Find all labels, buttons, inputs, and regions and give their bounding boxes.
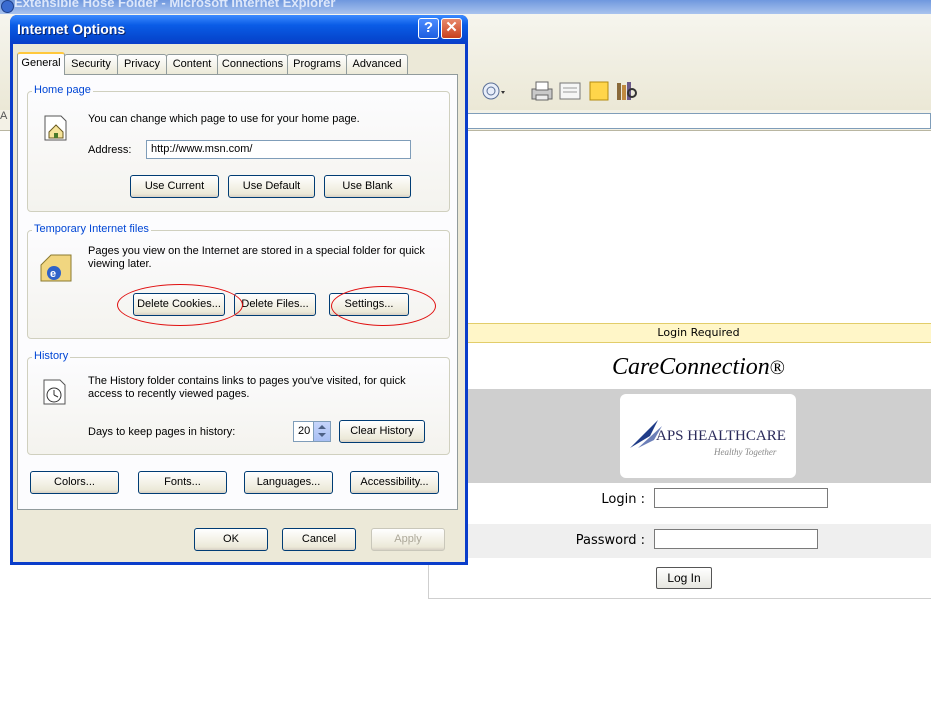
password-input[interactable] — [654, 529, 818, 549]
home-page-group: Home page You can change which page to u… — [27, 84, 450, 212]
password-row: Password : — [466, 524, 931, 558]
apply-button[interactable]: Apply — [371, 528, 445, 551]
address-field[interactable] — [466, 113, 931, 129]
clear-history-button[interactable]: Clear History — [339, 420, 425, 443]
cancel-button[interactable]: Cancel — [282, 528, 356, 551]
history-group: History The History folder contains link… — [27, 350, 450, 455]
accessibility-button[interactable]: Accessibility... — [350, 471, 439, 494]
address-label: Address: — [88, 144, 132, 156]
delete-files-button[interactable]: Delete Files... — [234, 293, 316, 316]
tab-connections[interactable]: Connections — [217, 54, 288, 74]
home-page-legend: Home page — [32, 84, 93, 96]
internet-options-dialog: Internet Options ? ✕ General Security Pr… — [10, 15, 468, 565]
logo-text: APS HEALTHCARE — [656, 428, 786, 444]
settings-button[interactable]: Settings... — [329, 293, 409, 316]
languages-button[interactable]: Languages... — [244, 471, 333, 494]
fonts-button[interactable]: Fonts... — [138, 471, 227, 494]
tab-strip: General Security Privacy Content Connect… — [17, 52, 461, 75]
login-required-banner: Login Required — [466, 323, 931, 343]
password-label: Password : — [575, 533, 645, 548]
browser-title: Extensible Hose Folder - Microsoft Inter… — [14, 0, 336, 10]
log-in-button[interactable]: Log In — [656, 567, 712, 589]
use-current-button[interactable]: Use Current — [130, 175, 219, 198]
close-button[interactable]: ✕ — [441, 18, 462, 39]
use-default-button[interactable]: Use Default — [228, 175, 315, 198]
browser-titlebar: Extensible Hose Folder - Microsoft Inter… — [0, 0, 931, 14]
login-row: Login : — [466, 483, 931, 517]
dialog-title: Internet Options — [17, 21, 126, 37]
dialog-body: General Security Privacy Content Connect… — [13, 44, 465, 562]
help-button[interactable]: ? — [418, 18, 439, 39]
aps-healthcare-logo: APS HEALTHCARE Healthy Together — [620, 394, 796, 478]
days-spinner[interactable] — [313, 422, 330, 441]
dialog-titlebar[interactable]: Internet Options ? ✕ — [10, 15, 468, 44]
tab-general[interactable]: General — [17, 52, 65, 75]
login-input[interactable] — [654, 488, 828, 508]
edit-icon[interactable] — [557, 79, 583, 103]
note-icon[interactable] — [586, 79, 612, 103]
login-label: Login : — [601, 492, 645, 507]
ie-logo-icon — [1, 0, 14, 13]
home-page-description: You can change which page to use for you… — [88, 113, 360, 125]
home-page-address-input[interactable]: http://www.msn.com/ — [146, 140, 411, 159]
history-legend: History — [32, 350, 71, 362]
registered-mark: ® — [769, 357, 785, 379]
tab-security[interactable]: Security — [64, 54, 118, 74]
delete-cookies-button[interactable]: Delete Cookies... — [133, 293, 225, 316]
temporary-files-description: Pages you view on the Internet are store… — [88, 245, 425, 270]
print-icon[interactable] — [529, 79, 555, 103]
address-label-stub: A — [0, 110, 8, 122]
use-blank-button[interactable]: Use Blank — [324, 175, 411, 198]
history-description: The History folder contains links to pag… — [88, 375, 406, 400]
mail-icon[interactable] — [480, 79, 506, 103]
research-icon[interactable] — [613, 79, 639, 103]
ok-button[interactable]: OK — [194, 528, 268, 551]
tab-programs[interactable]: Programs — [287, 54, 347, 74]
tab-content[interactable]: Content — [166, 54, 218, 74]
tab-advanced[interactable]: Advanced — [346, 54, 408, 74]
temporary-files-legend: Temporary Internet files — [32, 223, 151, 235]
logo-tagline: Healthy Together — [714, 447, 777, 457]
general-tab-panel: Home page You can change which page to u… — [17, 74, 458, 510]
app-title: CareConnection® — [466, 345, 931, 389]
svg-text:e: e — [50, 268, 56, 280]
days-to-keep-label: Days to keep pages in history: — [88, 426, 236, 438]
colors-button[interactable]: Colors... — [30, 471, 119, 494]
tab-privacy[interactable]: Privacy — [117, 54, 167, 74]
temporary-files-group: Temporary Internet files e Pages you vie… — [27, 223, 450, 339]
history-clock-icon — [43, 379, 66, 405]
temp-files-folder-icon: e — [40, 254, 72, 282]
home-page-icon — [44, 115, 67, 141]
app-name: CareConnection — [612, 354, 770, 380]
